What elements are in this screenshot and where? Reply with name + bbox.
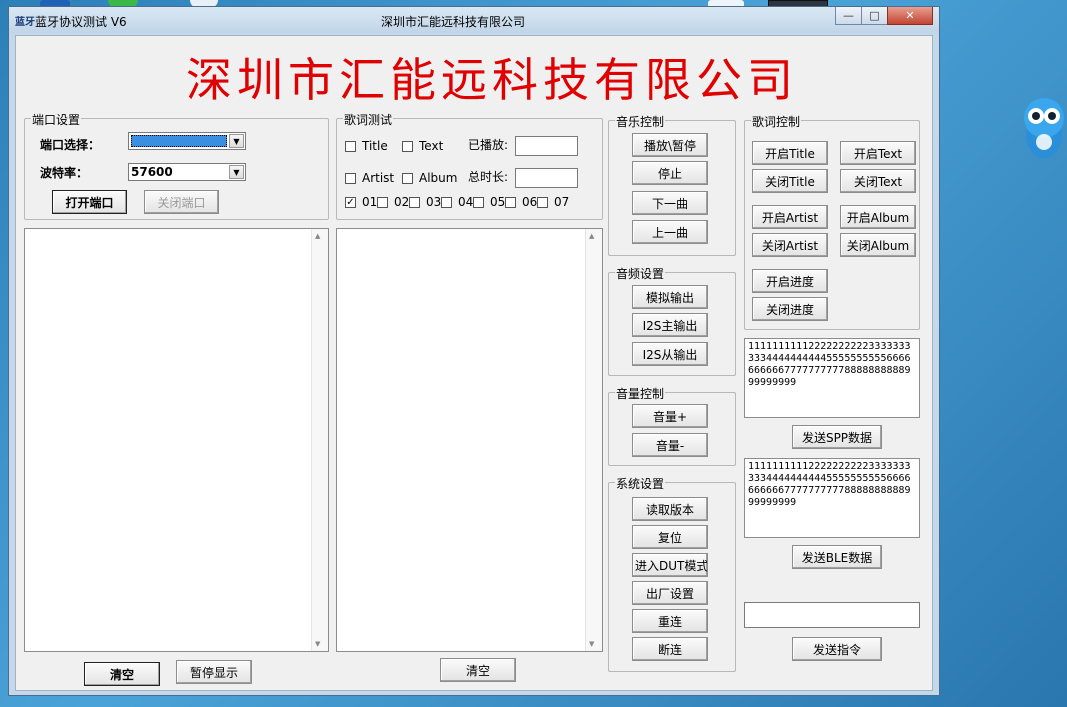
album-checkbox[interactable] <box>402 173 413 184</box>
port-select[interactable]: ▼ <box>128 132 246 150</box>
title-bar[interactable]: 蓝牙 蓝牙协议测试 V6 深圳市汇能远科技有限公司 — □ ✕ <box>9 7 939 33</box>
lyrics-scrollbar[interactable]: ▲ ▼ <box>585 229 602 651</box>
baud-rate-value: 57600 <box>131 165 173 179</box>
audio-settings-legend: 音频设置 <box>615 265 666 282</box>
disable-album-button[interactable]: 关闭Album <box>840 233 916 257</box>
track-05-checkbox[interactable] <box>473 197 484 208</box>
window-title: 蓝牙协议测试 V6 <box>35 15 127 29</box>
clear-lyrics-button[interactable]: 清空 <box>440 658 516 682</box>
maximize-button[interactable]: □ <box>861 7 888 25</box>
enable-progress-button[interactable]: 开启进度 <box>752 269 828 293</box>
volume-up-button[interactable]: 音量+ <box>632 404 708 428</box>
music-control-legend: 音乐控制 <box>615 113 666 130</box>
send-command-button[interactable]: 发送指令 <box>792 637 882 661</box>
factory-reset-button[interactable]: 出厂设置 <box>632 581 708 605</box>
track-01-checkbox[interactable]: ✓ <box>345 197 356 208</box>
window-center-title: 深圳市汇能远科技有限公司 <box>381 15 526 29</box>
app-icon: 蓝牙 <box>15 17 35 28</box>
track-05-label: 05 <box>490 195 506 209</box>
played-label: 已播放: <box>468 138 509 152</box>
lyrics-control-legend: 歌词控制 <box>751 113 802 130</box>
reset-button[interactable]: 复位 <box>632 525 708 549</box>
enter-dut-mode-button[interactable]: 进入DUT模式 <box>632 553 708 577</box>
track-01-label: 01 <box>362 195 378 209</box>
reconnect-button[interactable]: 重连 <box>632 609 708 633</box>
volume-control-legend: 音量控制 <box>615 385 666 402</box>
clear-receive-button[interactable]: 清空 <box>84 662 160 686</box>
track-04-label: 04 <box>458 195 474 209</box>
i2s-slave-output-button[interactable]: I2S从输出 <box>632 342 708 366</box>
scroll-up-icon[interactable]: ▲ <box>315 232 320 240</box>
album-checkbox-label: Album <box>419 171 458 185</box>
artist-checkbox-label: Artist <box>362 171 395 185</box>
client-area: 深圳市汇能远科技有限公司 端口设置 端口选择： ▼ 波特率： 57600 ▼ 打… <box>15 35 933 691</box>
chevron-down-icon[interactable]: ▼ <box>229 134 244 148</box>
track-02-label: 02 <box>394 195 410 209</box>
scroll-up-icon[interactable]: ▲ <box>589 232 594 240</box>
track-03-label: 03 <box>426 195 442 209</box>
pause-display-button[interactable]: 暂停显示 <box>176 660 252 684</box>
read-version-button[interactable]: 读取版本 <box>632 497 708 521</box>
port-select-highlight <box>131 135 227 147</box>
open-port-button[interactable]: 打开端口 <box>52 190 127 214</box>
receive-text-area[interactable]: ▲ ▼ <box>24 228 329 652</box>
next-track-button[interactable]: 下一曲 <box>632 191 708 215</box>
text-checkbox-label: Text <box>419 139 444 153</box>
disable-artist-button[interactable]: 关闭Artist <box>752 233 828 257</box>
volume-down-button[interactable]: 音量- <box>632 433 708 457</box>
mascot-icon[interactable] <box>1020 92 1067 164</box>
stop-button[interactable]: 停止 <box>632 161 708 185</box>
spp-data-field[interactable]: 1111111111222222222233333333334444444444… <box>744 338 920 418</box>
minimize-button[interactable]: — <box>835 7 862 25</box>
track-06-label: 06 <box>522 195 538 209</box>
receive-scrollbar[interactable]: ▲ ▼ <box>311 229 328 651</box>
track-03-checkbox[interactable] <box>409 197 420 208</box>
disconnect-button[interactable]: 断连 <box>632 637 708 661</box>
text-checkbox[interactable] <box>402 141 413 152</box>
port-select-label: 端口选择： <box>40 138 101 152</box>
enable-text-button[interactable]: 开启Text <box>840 141 916 165</box>
scroll-down-icon[interactable]: ▼ <box>315 640 320 648</box>
ble-data-field[interactable]: 1111111111222222222233333333334444444444… <box>744 458 920 538</box>
track-04-checkbox[interactable] <box>441 197 452 208</box>
play-pause-button[interactable]: 播放\暂停 <box>632 133 708 157</box>
chevron-down-icon[interactable]: ▼ <box>229 165 244 179</box>
analog-output-button[interactable]: 模拟输出 <box>632 285 708 309</box>
i2s-master-output-button[interactable]: I2S主输出 <box>632 313 708 337</box>
enable-title-button[interactable]: 开启Title <box>752 141 828 165</box>
disable-title-button[interactable]: 关闭Title <box>752 169 828 193</box>
enable-artist-button[interactable]: 开启Artist <box>752 205 828 229</box>
lyrics-text-area[interactable]: ▲ ▼ <box>336 228 603 652</box>
track-06-checkbox[interactable] <box>505 197 516 208</box>
track-07-checkbox[interactable] <box>537 197 548 208</box>
track-02-checkbox[interactable] <box>377 197 388 208</box>
title-checkbox-label: Title <box>362 139 388 153</box>
system-settings-legend: 系统设置 <box>615 475 666 492</box>
played-field[interactable] <box>515 136 578 156</box>
close-port-button[interactable]: 关闭端口 <box>144 190 219 214</box>
track-07-label: 07 <box>554 195 570 209</box>
scroll-down-icon[interactable]: ▼ <box>589 640 594 648</box>
company-banner: 深圳市汇能远科技有限公司 <box>186 53 798 107</box>
close-button[interactable]: ✕ <box>887 7 933 25</box>
lyrics-test-legend: 歌词测试 <box>343 111 394 128</box>
baud-rate-select[interactable]: 57600 ▼ <box>128 163 246 181</box>
command-field[interactable] <box>744 602 920 628</box>
title-checkbox[interactable] <box>345 141 356 152</box>
artist-checkbox[interactable] <box>345 173 356 184</box>
port-settings-legend: 端口设置 <box>31 111 82 128</box>
previous-track-button[interactable]: 上一曲 <box>632 220 708 244</box>
send-ble-button[interactable]: 发送BLE数据 <box>792 545 882 569</box>
total-time-field[interactable] <box>515 168 578 188</box>
baud-rate-label: 波特率： <box>40 166 89 180</box>
app-window: 蓝牙 蓝牙协议测试 V6 深圳市汇能远科技有限公司 — □ ✕ 深圳市汇能远科技… <box>8 6 940 696</box>
send-spp-button[interactable]: 发送SPP数据 <box>792 425 882 449</box>
total-time-label: 总时长: <box>468 170 509 184</box>
disable-text-button[interactable]: 关闭Text <box>840 169 916 193</box>
enable-album-button[interactable]: 开启Album <box>840 205 916 229</box>
disable-progress-button[interactable]: 关闭进度 <box>752 297 828 321</box>
